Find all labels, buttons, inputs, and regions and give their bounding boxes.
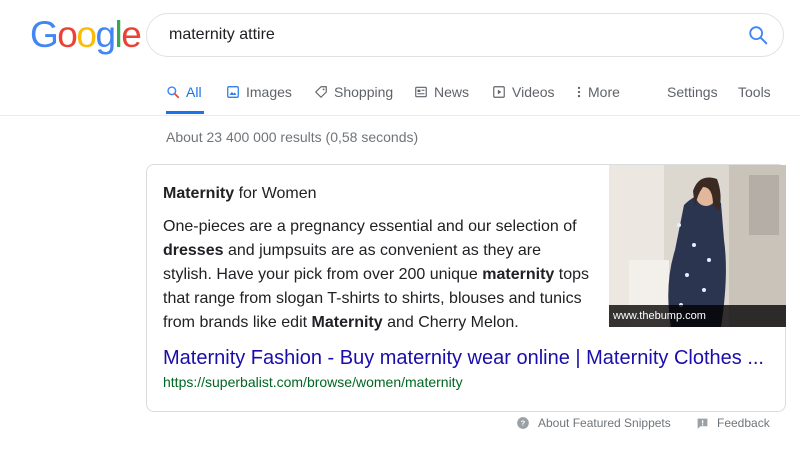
featured-snippet-card: Maternity for Women One-pieces are a pre… bbox=[146, 164, 786, 412]
tab-more[interactable]: More bbox=[576, 84, 620, 114]
logo-letter: g bbox=[95, 14, 116, 55]
help-icon: ? bbox=[517, 417, 529, 429]
search-icon bbox=[749, 26, 768, 45]
play-icon bbox=[493, 86, 505, 98]
snippet-text-bold: maternity bbox=[482, 266, 555, 283]
search-button[interactable] bbox=[747, 24, 769, 46]
result-stats: About 23 400 000 results (0,58 seconds) bbox=[166, 129, 419, 145]
tab-label: Videos bbox=[512, 84, 555, 100]
logo-letter: o bbox=[57, 14, 78, 55]
search-box bbox=[146, 13, 784, 57]
tab-images[interactable]: Images bbox=[226, 84, 292, 114]
tab-shopping[interactable]: Shopping bbox=[314, 84, 393, 114]
snippet-text-part: One-pieces are a pregnancy essential and… bbox=[163, 218, 577, 235]
header-divider bbox=[0, 115, 800, 116]
tab-label: News bbox=[434, 84, 470, 100]
tab-news[interactable]: News bbox=[414, 84, 469, 114]
snippet-text: One-pieces are a pregnancy essential and… bbox=[163, 215, 593, 335]
result-title-link[interactable]: Maternity Fashion - Buy maternity wear o… bbox=[163, 347, 773, 370]
tab-label: More bbox=[588, 84, 620, 100]
tab-label: All bbox=[186, 84, 202, 100]
feedback-link[interactable]: Feedback bbox=[696, 416, 770, 430]
logo-letter: G bbox=[30, 14, 59, 55]
logo-letter: l bbox=[114, 14, 123, 55]
tab-videos[interactable]: Videos bbox=[492, 84, 555, 114]
more-vert-icon bbox=[577, 86, 581, 98]
snippet-photo bbox=[609, 165, 786, 327]
google-logo[interactable]: Google bbox=[30, 14, 142, 55]
settings-label: Settings bbox=[667, 84, 718, 100]
snippet-image[interactable]: www.thebump.com bbox=[609, 165, 786, 327]
snippet-text-bold: dresses bbox=[163, 242, 224, 259]
settings-link[interactable]: Settings bbox=[667, 84, 718, 114]
snippet-text-bold: Maternity bbox=[311, 314, 383, 331]
tag-icon bbox=[315, 86, 327, 98]
tab-all[interactable]: All bbox=[166, 84, 204, 114]
tab-label: Images bbox=[246, 84, 292, 100]
news-icon bbox=[415, 86, 427, 98]
feedback-icon bbox=[697, 418, 708, 429]
image-source-caption: www.thebump.com bbox=[609, 305, 786, 327]
result-url: https://superbalist.com/browse/women/mat… bbox=[163, 374, 463, 390]
about-featured-snippets-link[interactable]: ? About Featured Snippets bbox=[516, 416, 671, 430]
search-icon bbox=[167, 86, 180, 99]
snippet-title: Maternity for Women bbox=[163, 185, 317, 203]
logo-letter: o bbox=[76, 14, 97, 55]
snippet-title-bold: Maternity bbox=[163, 185, 235, 202]
snippet-title-rest: for Women bbox=[234, 185, 317, 202]
tools-link[interactable]: Tools bbox=[738, 84, 771, 114]
image-icon bbox=[227, 86, 239, 98]
svg-text:?: ? bbox=[521, 419, 526, 428]
logo-letter: e bbox=[121, 14, 142, 55]
about-label: About Featured Snippets bbox=[538, 416, 671, 430]
snippet-text-part: and Cherry Melon. bbox=[382, 314, 519, 331]
feedback-label: Feedback bbox=[717, 416, 770, 430]
tab-label: Shopping bbox=[334, 84, 394, 100]
tools-label: Tools bbox=[738, 84, 771, 100]
search-input[interactable] bbox=[169, 14, 729, 56]
search-tabs: All Images Shopping News Videos More Set… bbox=[166, 84, 786, 114]
